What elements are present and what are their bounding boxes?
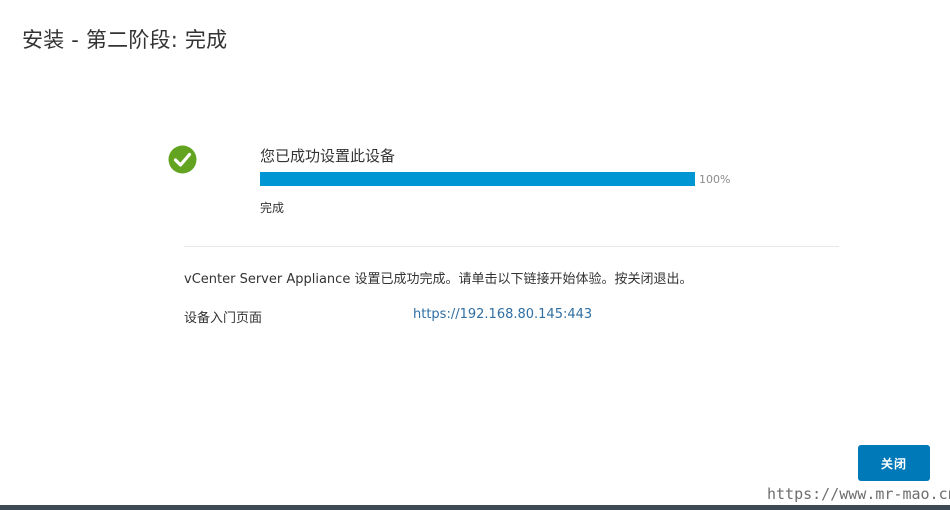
check-circle-icon <box>168 145 197 174</box>
page-title: 安装 - 第二阶段: 完成 <box>22 28 228 52</box>
progress-status-text: 完成 <box>260 201 285 215</box>
progress-bar-fill <box>260 172 695 186</box>
portal-link[interactable]: https://192.168.80.145:443 <box>413 307 592 322</box>
result-message: vCenter Server Appliance 设置已成功完成。请单击以下链接… <box>184 272 693 287</box>
check-circle-background <box>168 145 197 174</box>
close-button[interactable]: 关闭 <box>858 445 930 481</box>
install-complete-page: 安装 - 第二阶段: 完成 您已成功设置此设备 100% 完成 vCenter … <box>0 0 950 510</box>
portal-label: 设备入门页面 <box>184 311 263 326</box>
progress-bar <box>260 172 695 186</box>
watermark-text: https://www.mr-mao.cn <box>767 485 950 503</box>
bottom-bar <box>0 505 950 510</box>
progress-percent: 100% <box>699 173 731 186</box>
status-heading: 您已成功设置此设备 <box>260 147 396 165</box>
section-divider <box>184 246 839 247</box>
